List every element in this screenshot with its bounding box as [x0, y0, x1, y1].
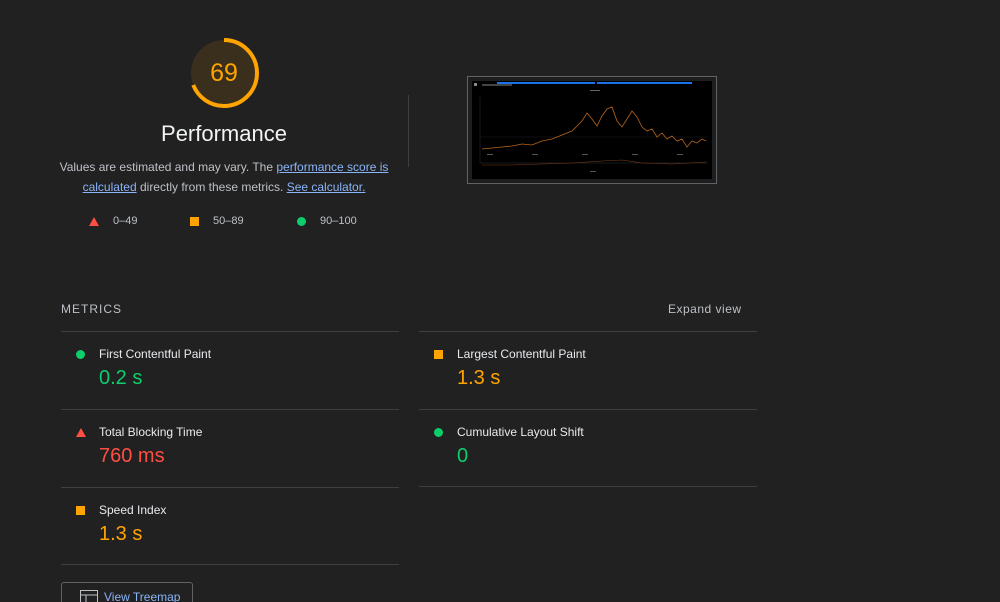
metric-title: Total Blocking Time	[99, 425, 203, 439]
metrics-header: METRICS	[61, 302, 122, 316]
legend-fail: 0–49	[89, 215, 137, 227]
metric-title: Speed Index	[99, 503, 167, 517]
expand-view-toggle[interactable]: Expand view	[668, 302, 742, 316]
fail-triangle-icon	[76, 428, 86, 437]
final-screenshot-thumbnail[interactable]	[467, 76, 717, 184]
metric-value: 1.3 s	[457, 367, 501, 389]
performance-title: Performance	[161, 121, 287, 146]
metric-speed-index: Speed Index 1.3 s	[61, 487, 399, 565]
treemap-icon	[80, 590, 98, 602]
pass-circle-icon	[76, 350, 85, 359]
screenshot-chart-picture	[472, 81, 712, 179]
legend-pass: 90–100	[297, 215, 357, 227]
metric-value: 760 ms	[99, 445, 165, 467]
treemap-label: View Treemap	[104, 590, 181, 602]
description-text-mid: directly from these metrics.	[136, 180, 287, 194]
metric-value: 0.2 s	[99, 367, 143, 389]
average-square-icon	[76, 506, 85, 515]
metric-total-blocking-time: Total Blocking Time 760 ms	[61, 409, 399, 487]
divider	[408, 95, 409, 167]
view-treemap-button[interactable]: View Treemap	[61, 582, 193, 602]
lighthouse-report: 69 Performance Values are estimated and …	[0, 0, 1000, 602]
metric-value: 1.3 s	[99, 523, 143, 545]
metric-title: Largest Contentful Paint	[457, 347, 586, 361]
legend-average: 50–89	[190, 215, 244, 227]
metric-largest-contentful-paint: Largest Contentful Paint 1.3 s	[419, 331, 757, 409]
metric-first-contentful-paint: First Contentful Paint 0.2 s	[61, 331, 399, 409]
metric-title: Cumulative Layout Shift	[457, 425, 584, 439]
square-icon	[190, 216, 199, 226]
metric-title: First Contentful Paint	[99, 347, 212, 361]
metric-value: 0	[457, 445, 469, 467]
legend-label: 50–89	[213, 215, 244, 227]
performance-gauge[interactable]: 69	[187, 36, 261, 110]
performance-score: 69	[210, 58, 238, 87]
metric-cumulative-layout-shift: Cumulative Layout Shift 0	[419, 409, 757, 487]
legend-label: 90–100	[320, 215, 357, 227]
score-description: Values are estimated and may vary. The p…	[54, 157, 394, 197]
legend-label: 0–49	[113, 215, 138, 227]
pass-circle-icon	[434, 428, 443, 437]
triangle-icon	[89, 216, 99, 226]
description-text: Values are estimated and may vary. The	[59, 160, 277, 174]
average-square-icon	[434, 350, 443, 359]
see-calculator-link[interactable]: See calculator.	[287, 180, 366, 194]
screenshot-image	[472, 81, 712, 179]
circle-icon	[297, 216, 306, 226]
